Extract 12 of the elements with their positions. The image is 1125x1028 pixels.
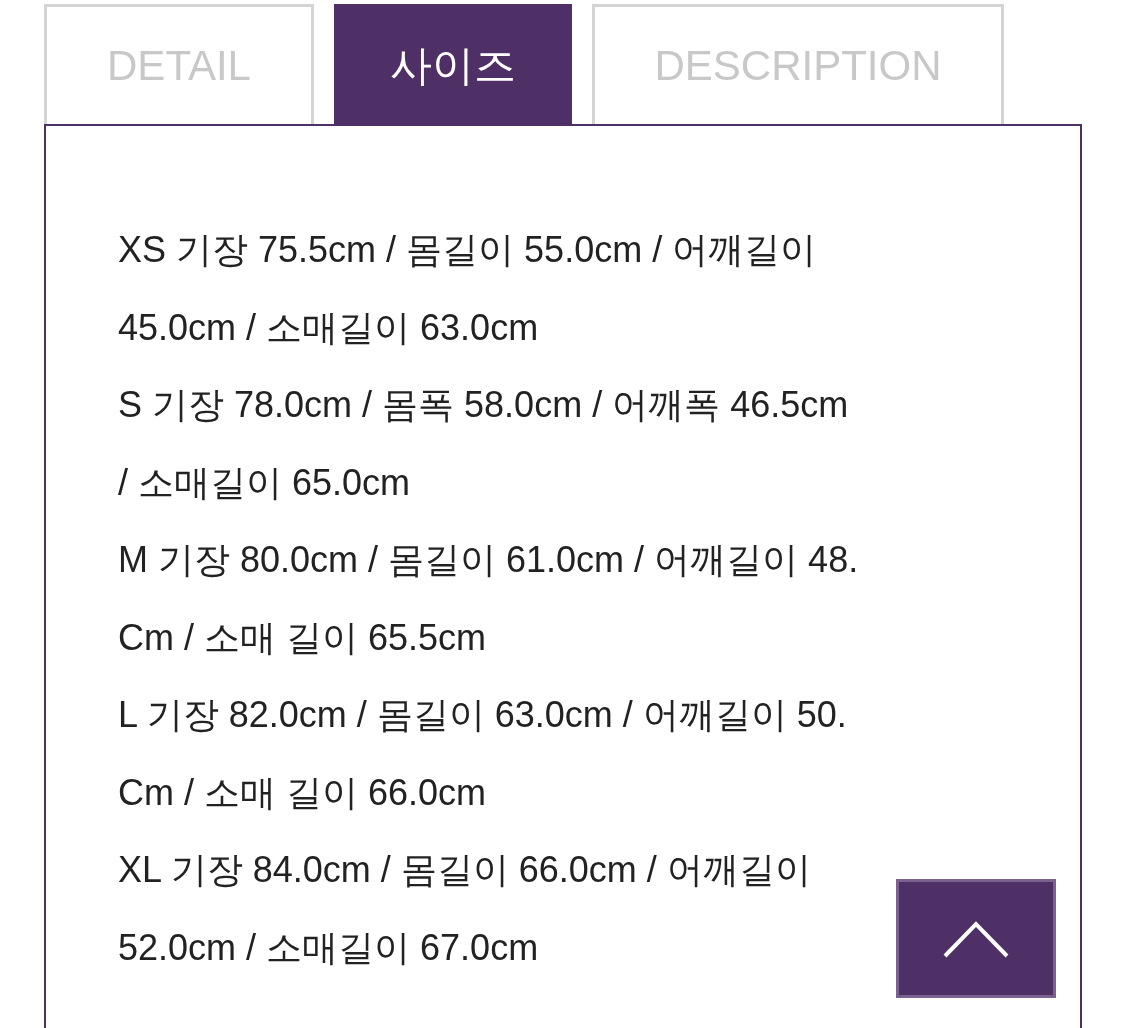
scroll-top-button[interactable]	[896, 879, 1056, 998]
size-text: 45.0cm / 소매길이 63.0cm	[118, 305, 539, 350]
size-text: S 기장 78.0cm / 몸폭 58.0cm / 어깨폭 46.5cm	[118, 383, 849, 427]
size-text: 52.0cm / 소매길이 67.0cm	[118, 925, 539, 970]
size-text: Cm / 소매 길이 65.5cm	[118, 615, 487, 660]
size-text: Cm / 소매 길이 66.0cm	[118, 770, 487, 815]
size-text: M 기장 80.0cm / 몸길이 61.0cm / 어깨길이 48.	[118, 538, 859, 582]
size-text: XS 기장 75.5cm / 몸길이 55.0cm / 어깨길이	[118, 228, 817, 272]
tab[interactable]: 사이즈	[334, 4, 572, 125]
size-text: / 소매길이 65.0cm	[118, 460, 411, 505]
size-text: XL 기장 84.0cm / 몸길이 66.0cm / 어깨길이	[118, 848, 811, 892]
size-text: L 기장 82.0cm / 몸길이 63.0cm / 어깨길이 50.	[118, 693, 847, 737]
